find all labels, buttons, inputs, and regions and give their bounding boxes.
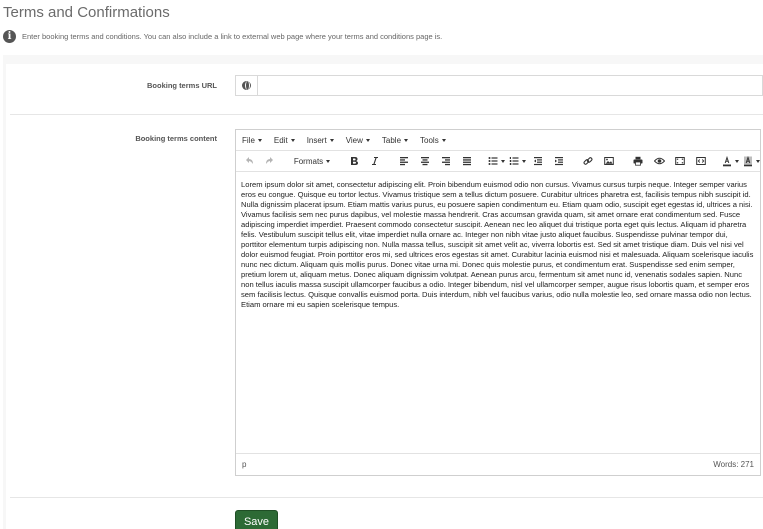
chevron-down-icon xyxy=(329,138,334,142)
globe-icon xyxy=(242,81,251,90)
align-right-button[interactable] xyxy=(437,153,455,170)
chevron-down-icon xyxy=(365,138,370,142)
rich-text-editor: File Edit Insert View Table Tools Format… xyxy=(235,129,761,476)
menu-tools-label: Tools xyxy=(420,135,439,145)
chevron-down-icon xyxy=(257,138,262,142)
undo-icon xyxy=(246,157,253,164)
align-justify-icon xyxy=(463,157,471,166)
menu-edit-label: Edit xyxy=(273,135,288,145)
code-icon xyxy=(696,157,706,165)
italic-button[interactable] xyxy=(366,153,384,170)
menu-view[interactable]: View xyxy=(346,136,370,145)
divider xyxy=(10,114,763,115)
menu-insert-label: Insert xyxy=(306,135,327,145)
menu-view-label: View xyxy=(345,135,363,145)
text-color-button[interactable] xyxy=(721,153,739,170)
editor-content[interactable]: Lorem ipsum dolor sit amet, consectetur … xyxy=(236,173,760,454)
redo-icon xyxy=(266,157,273,164)
align-left-button[interactable] xyxy=(395,153,413,170)
eye-icon xyxy=(653,157,665,165)
text-color-icon xyxy=(722,155,731,166)
chevron-down-icon xyxy=(521,159,526,163)
image-icon xyxy=(604,157,614,165)
save-button[interactable]: Save xyxy=(235,510,278,529)
editor-toolbar: Formats xyxy=(236,151,760,172)
menu-insert[interactable]: Insert xyxy=(307,136,334,145)
insert-image-button[interactable] xyxy=(600,153,618,170)
word-count: Words: 271 xyxy=(713,460,754,469)
media-icon xyxy=(675,157,685,165)
preview-button[interactable] xyxy=(650,153,668,170)
chevron-down-icon xyxy=(290,138,295,142)
chevron-down-icon xyxy=(755,159,760,163)
redo-button[interactable] xyxy=(261,153,279,170)
outdent-icon xyxy=(534,157,542,166)
menu-edit[interactable]: Edit xyxy=(274,136,295,145)
print-button[interactable] xyxy=(629,153,647,170)
menu-table-label: Table xyxy=(381,135,402,145)
italic-icon xyxy=(372,157,378,165)
globe-addon xyxy=(236,76,258,95)
undo-button[interactable] xyxy=(240,153,258,170)
menu-file-label: File xyxy=(242,135,255,145)
menu-tools[interactable]: Tools xyxy=(420,136,446,145)
formats-dropdown[interactable]: Formats xyxy=(290,153,334,170)
align-left-icon xyxy=(400,157,408,166)
menu-file[interactable]: File xyxy=(242,136,262,145)
bold-icon xyxy=(351,157,358,165)
bullet-list-icon xyxy=(488,157,497,165)
indent-button[interactable] xyxy=(550,153,568,170)
align-right-icon xyxy=(442,157,450,166)
editor-statusbar: p Words: 271 xyxy=(236,453,760,475)
outdent-button[interactable] xyxy=(529,153,547,170)
align-center-button[interactable] xyxy=(416,153,434,170)
booking-terms-url-input[interactable] xyxy=(258,76,762,95)
editor-menubar: File Edit Insert View Table Tools xyxy=(236,130,760,151)
divider xyxy=(10,497,763,498)
numbered-list-button[interactable] xyxy=(508,153,526,170)
menu-table[interactable]: Table xyxy=(381,135,409,145)
booking-terms-url-label: Booking terms URL xyxy=(146,81,217,90)
bold-button[interactable] xyxy=(345,153,363,170)
element-path[interactable]: p xyxy=(242,460,246,469)
background-color-icon xyxy=(743,155,752,166)
info-text: Enter booking terms and conditions. You … xyxy=(22,32,443,41)
booking-terms-url-group xyxy=(235,75,763,96)
chevron-down-icon xyxy=(326,159,331,163)
background-color-button[interactable] xyxy=(742,153,760,170)
insert-link-button[interactable] xyxy=(579,153,597,170)
bullet-list-button[interactable] xyxy=(487,153,505,170)
align-center-icon xyxy=(421,157,429,166)
info-icon: i xyxy=(3,30,16,43)
numbered-list-icon xyxy=(509,157,518,165)
indent-icon xyxy=(555,157,563,166)
print-icon xyxy=(633,156,643,166)
source-code-button[interactable] xyxy=(692,153,710,170)
info-row: i Enter booking terms and conditions. Yo… xyxy=(3,30,442,43)
chevron-down-icon xyxy=(734,159,739,163)
align-justify-button[interactable] xyxy=(458,153,476,170)
booking-terms-content-label: Booking terms content xyxy=(135,134,217,143)
page-title: Terms and Confirmations xyxy=(3,4,170,21)
link-icon xyxy=(583,157,593,165)
media-button[interactable] xyxy=(671,153,689,170)
chevron-down-icon xyxy=(441,138,446,142)
chevron-down-icon xyxy=(500,159,505,163)
chevron-down-icon xyxy=(404,138,409,142)
formats-label: Formats xyxy=(293,156,324,166)
